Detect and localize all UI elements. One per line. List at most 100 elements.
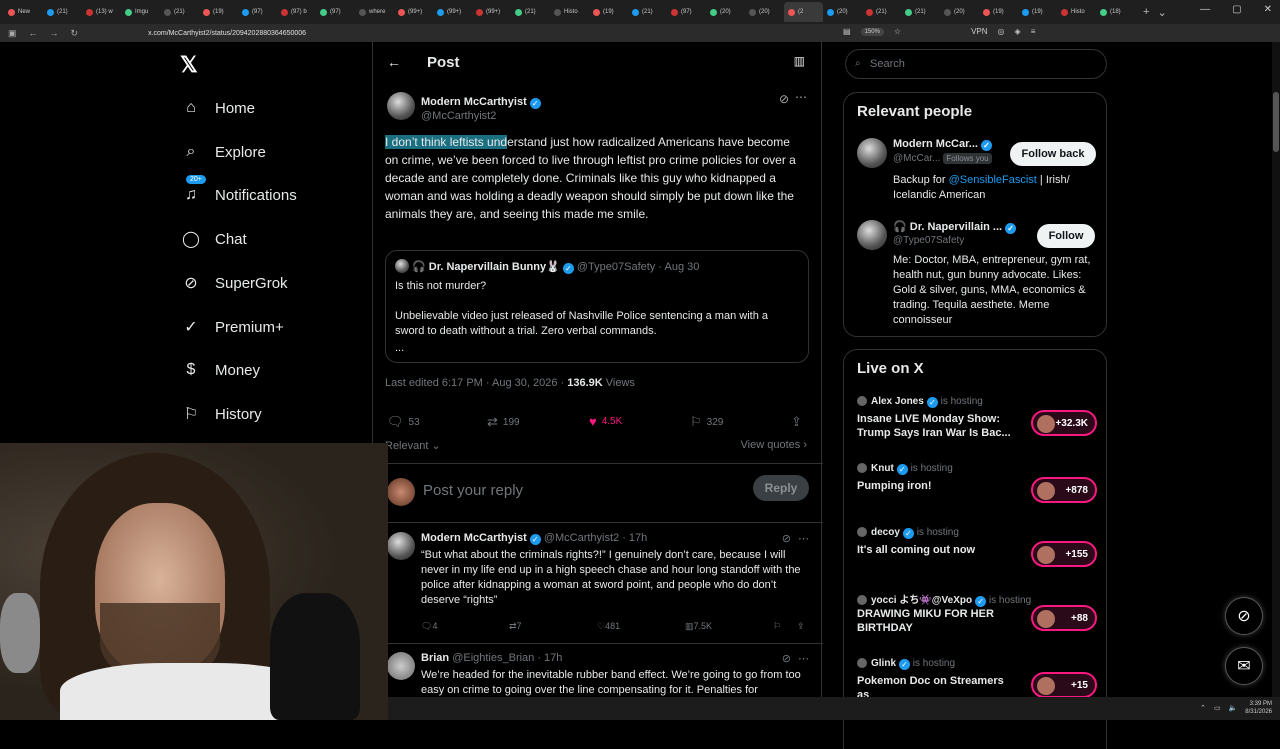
person-name[interactable]: Modern McCar... bbox=[893, 138, 978, 150]
reader-mode-icon[interactable]: ▥ bbox=[794, 54, 805, 68]
browser-tab[interactable]: (19) bbox=[199, 2, 238, 22]
forward-icon[interactable]: → bbox=[50, 28, 59, 39]
quoted-post[interactable]: 🎧 Dr. Napervillain Bunny🐰 ✓ @Type07Safety… bbox=[385, 250, 809, 363]
reply-repost-action[interactable]: ⇄ 7 bbox=[509, 621, 522, 632]
reply-sort-dropdown[interactable]: Relevant ⌄ bbox=[385, 439, 441, 452]
url-field[interactable]: x.com/McCarthyist2/status/20942028803646… bbox=[148, 30, 306, 37]
bookmark-action[interactable]: ⚐ 329 bbox=[690, 414, 723, 430]
messages-fab-icon[interactable]: ✉ bbox=[1225, 647, 1263, 685]
view-quotes-link[interactable]: View quotes › bbox=[741, 439, 807, 451]
reply-action[interactable]: 🗨 53 bbox=[387, 414, 420, 430]
reply-author-name[interactable]: Brian bbox=[421, 652, 449, 664]
browser-tab[interactable]: (19) bbox=[979, 2, 1018, 22]
nav-item-history[interactable]: ⚐ History bbox=[180, 403, 262, 425]
more-options-icon[interactable]: ⋯ bbox=[798, 532, 809, 545]
like-action[interactable]: ♥ 4.5K bbox=[589, 414, 622, 429]
scrollbar-thumb[interactable] bbox=[1273, 92, 1279, 152]
minimize-button[interactable]: — bbox=[1200, 4, 1210, 15]
nav-item-chat[interactable]: ◯ Chat bbox=[180, 228, 247, 250]
nav-item-supergrok[interactable]: ⊘ SuperGrok bbox=[180, 272, 287, 294]
nav-item-money[interactable]: $ Money bbox=[180, 359, 260, 381]
close-window-button[interactable]: ✕ bbox=[1264, 4, 1272, 15]
person-item[interactable]: Modern McCar... ✓ @McCar... Follows you Fo… bbox=[857, 138, 1097, 208]
person-avatar[interactable] bbox=[857, 220, 887, 250]
back-icon[interactable]: ← bbox=[29, 28, 38, 39]
live-item[interactable]: decoy ✓ is hosting It's all coming out now… bbox=[857, 527, 1097, 583]
share-action[interactable]: ⇪ bbox=[791, 414, 802, 430]
clock[interactable]: 3:39 PM 8/31/2026 bbox=[1245, 700, 1272, 716]
maximize-button[interactable]: ▢ bbox=[1232, 4, 1241, 15]
browser-tab[interactable]: Imgu bbox=[121, 2, 160, 22]
vpn-badge[interactable]: VPN bbox=[971, 27, 987, 36]
browser-tab[interactable]: (2 bbox=[784, 2, 823, 22]
tab-list-icon[interactable]: ⌄ bbox=[1157, 6, 1166, 19]
browser-tab[interactable]: (20) bbox=[745, 2, 784, 22]
reply-handle[interactable]: @Eighties_Brian · 17h bbox=[452, 652, 562, 664]
reply-button[interactable]: Reply bbox=[753, 475, 809, 501]
reply-bookmark-icon[interactable]: ⚐ bbox=[773, 621, 781, 632]
bio-link[interactable]: @SensibleFascist bbox=[949, 174, 1037, 186]
live-listeners-pill[interactable]: +155 bbox=[1031, 541, 1097, 567]
sidebar-toggle-icon[interactable]: ▣ bbox=[8, 28, 17, 39]
browser-tab[interactable]: (20) bbox=[940, 2, 979, 22]
browser-tab[interactable]: (21) bbox=[628, 2, 667, 22]
reply-avatar[interactable] bbox=[387, 532, 415, 560]
edited-timestamp[interactable]: Last edited 6:17 PM · Aug 30, 2026 · bbox=[385, 377, 567, 389]
browser-tab[interactable]: (97) b bbox=[277, 2, 316, 22]
browser-tab[interactable]: (21) bbox=[862, 2, 901, 22]
browser-tab[interactable]: (99+) bbox=[472, 2, 511, 22]
nav-item-notifications[interactable]: ♫ 20+ Notifications bbox=[180, 175, 297, 206]
follow-back-button[interactable]: Follow back bbox=[1010, 142, 1096, 166]
browser-tab[interactable]: (20) bbox=[706, 2, 745, 22]
reply-avatar[interactable] bbox=[387, 652, 415, 680]
reply-author-name[interactable]: Modern McCarthyist bbox=[421, 532, 527, 544]
browser-tab[interactable]: where bbox=[355, 2, 394, 22]
reply-item[interactable]: Modern McCarthyist ✓ @McCarthyist2 · 17h … bbox=[373, 524, 823, 644]
person-item[interactable]: 🎧 Dr. Napervillain ... ✓ @Type07Safety Fo… bbox=[857, 220, 1097, 330]
live-listeners-pill[interactable]: +878 bbox=[1031, 477, 1097, 503]
x-logo-icon[interactable]: 𝕏 bbox=[180, 52, 198, 78]
author-name[interactable]: Modern McCarthyist bbox=[421, 96, 527, 108]
person-name[interactable]: 🎧 Dr. Napervillain ... bbox=[893, 221, 1002, 233]
reply-input[interactable]: Post your reply bbox=[423, 482, 523, 499]
browser-tab[interactable]: (99+) bbox=[394, 2, 433, 22]
author-avatar[interactable] bbox=[387, 92, 415, 120]
reply-reply-action[interactable]: 🗨 4 bbox=[421, 621, 437, 632]
extensions-icon[interactable]: ◈ bbox=[1015, 27, 1021, 36]
page-scrollbar[interactable] bbox=[1272, 42, 1280, 697]
browser-tab[interactable]: New bbox=[4, 2, 43, 22]
browser-tab[interactable]: (21) bbox=[901, 2, 940, 22]
reply-views-action[interactable]: ▥ 7.5K bbox=[685, 621, 712, 632]
browser-tab[interactable]: (97) bbox=[316, 2, 355, 22]
live-listeners-pill[interactable]: +15 bbox=[1031, 672, 1097, 698]
browser-tab[interactable]: (19) bbox=[589, 2, 628, 22]
menu-icon[interactable]: ≡ bbox=[1031, 27, 1036, 36]
browser-tab[interactable]: (97) bbox=[667, 2, 706, 22]
zoom-level[interactable]: 150% bbox=[860, 27, 884, 36]
live-item[interactable]: yocci よち👾@VeXpo ✓ is hosting DRAWING MIKU … bbox=[857, 591, 1097, 647]
network-icon[interactable]: ▭ bbox=[1214, 704, 1221, 712]
browser-tab[interactable]: (21) bbox=[160, 2, 199, 22]
reply-handle[interactable]: @McCarthyist2 · 17h bbox=[544, 532, 647, 544]
wallet-icon[interactable]: ◎ bbox=[998, 27, 1005, 36]
grok-icon[interactable]: ⊘ bbox=[782, 652, 791, 665]
browser-tab[interactable]: (21) bbox=[43, 2, 82, 22]
live-listeners-pill[interactable]: +88 bbox=[1031, 605, 1097, 631]
grok-fab-icon[interactable]: ⊘ bbox=[1225, 597, 1263, 635]
browser-tab[interactable]: (13) w bbox=[82, 2, 121, 22]
author-handle[interactable]: @McCarthyist2 bbox=[421, 110, 541, 122]
grok-icon[interactable]: ⊘ bbox=[779, 92, 789, 106]
browser-tab[interactable]: (99+) bbox=[433, 2, 472, 22]
browser-tab[interactable]: (19) bbox=[1018, 2, 1057, 22]
back-arrow-icon[interactable]: ← bbox=[387, 54, 401, 70]
live-item[interactable]: Knut ✓ is hosting Pumping iron! +878 bbox=[857, 463, 1097, 519]
live-listeners-pill[interactable]: +32.3K bbox=[1031, 410, 1097, 436]
browser-tab[interactable]: (97) bbox=[238, 2, 277, 22]
live-item[interactable]: Alex Jones ✓ is hosting Insane LIVE Monday… bbox=[857, 396, 1097, 452]
search-input[interactable]: ⌕ Search bbox=[845, 49, 1107, 79]
volume-icon[interactable]: 🔈 bbox=[1229, 704, 1238, 712]
reply-like-action[interactable]: ♡ 481 bbox=[597, 621, 620, 632]
browser-tab[interactable]: Histo bbox=[550, 2, 589, 22]
reply-share-icon[interactable]: ⇪ bbox=[797, 621, 805, 632]
more-options-icon[interactable]: ⋯ bbox=[798, 652, 809, 665]
